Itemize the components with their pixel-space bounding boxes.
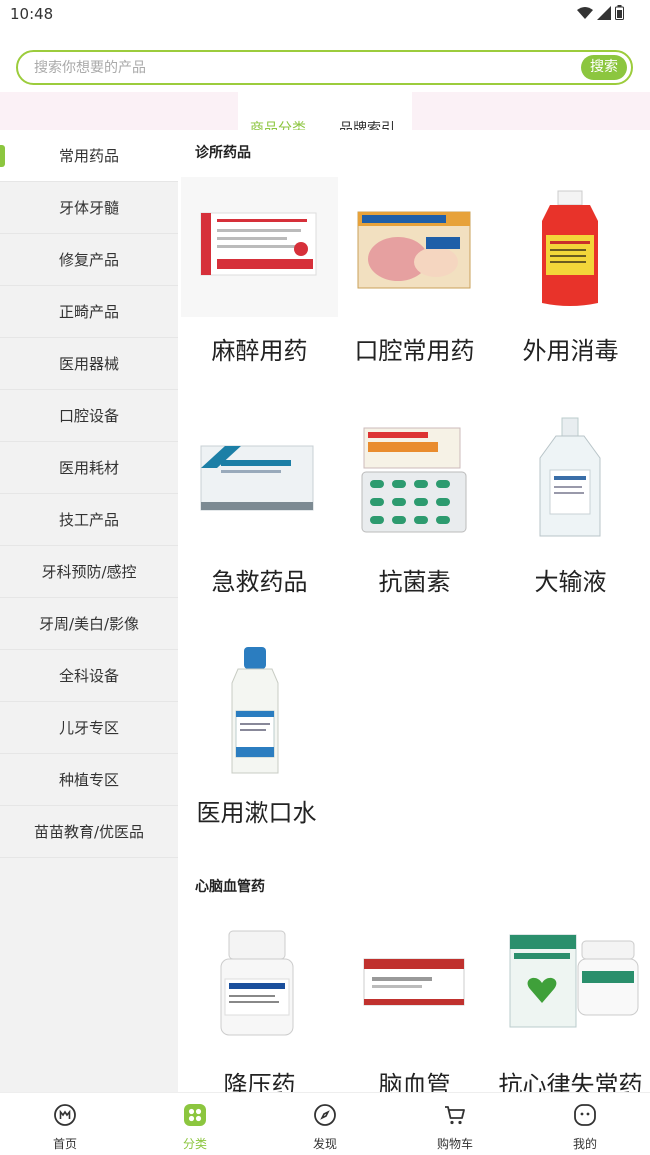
- tab-category-nav[interactable]: 分类: [155, 1103, 235, 1152]
- sidebar-item-label: 儿牙专区: [58, 719, 119, 737]
- section-title: 诊所药品: [195, 145, 251, 161]
- sidebar-active-indicator: [0, 145, 5, 167]
- product-category-panel: 诊所药品 麻醉用药 口腔常用药 外用消毒 急救药品 抗菌素 大输液 医用漱口水 …: [178, 130, 650, 1092]
- product-label: 抗菌素: [378, 568, 451, 596]
- product-label: 大输液: [534, 568, 607, 596]
- sidebar-item-instruments[interactable]: 医用器械: [0, 338, 178, 390]
- sidebar-item-consumables[interactable]: 医用耗材: [0, 442, 178, 494]
- home-icon: [54, 1104, 76, 1126]
- status-icons: [577, 5, 624, 20]
- product-label: 降压药: [223, 1071, 296, 1092]
- sidebar-item-pediatric[interactable]: 儿牙专区: [0, 702, 178, 754]
- sidebar-item-dental-equipment[interactable]: 口腔设备: [0, 390, 178, 442]
- tab-discover[interactable]: 发现: [285, 1103, 365, 1152]
- sidebar-item-label: 牙科预防/感控: [41, 563, 137, 581]
- section-title: 心脑血管药: [195, 879, 265, 895]
- wifi-icon: [577, 6, 593, 19]
- product-label: 抗心律失常药: [498, 1071, 643, 1092]
- pill-bottle-image: [220, 930, 294, 1036]
- tab-label: 分类: [182, 1137, 207, 1151]
- anesthetic-box-image: [181, 177, 338, 317]
- medicine-box-image: [363, 958, 465, 1006]
- search-bar: 搜索: [16, 50, 633, 85]
- discover-icon: [314, 1104, 336, 1126]
- sidebar-item-label: 口腔设备: [58, 407, 119, 425]
- status-bar: 10:48: [0, 0, 650, 28]
- heart-pills-image: [509, 934, 639, 1028]
- product-label: 医用漱口水: [196, 799, 317, 827]
- product-label: 口腔常用药: [354, 337, 475, 365]
- signal-icon: [597, 5, 611, 20]
- sidebar-item-lab-products[interactable]: 技工产品: [0, 494, 178, 546]
- sidebar-item-label: 种植专区: [58, 771, 119, 789]
- tab-label: 首页: [52, 1137, 77, 1151]
- product-label: 脑血管: [378, 1071, 451, 1092]
- sidebar-item-common-drugs[interactable]: 常用药品: [0, 130, 178, 182]
- tab-brand-index[interactable]: 品牌索引: [339, 118, 395, 130]
- category-sidebar: 常用药品 牙体牙髓 修复产品 正畸产品 医用器械 口腔设备 医用耗材 技工产品 …: [0, 130, 178, 1092]
- tab-home[interactable]: 首页: [25, 1103, 105, 1152]
- sidebar-item-periodontal[interactable]: 牙周/美白/影像: [0, 598, 178, 650]
- sidebar-item-prevention[interactable]: 牙科预防/感控: [0, 546, 178, 598]
- bottom-tab-bar: 首页 分类 发现 购物车 我的: [0, 1092, 650, 1155]
- infusion-bottle-image: [539, 417, 601, 537]
- top-tab-strip: 商品分类 品牌索引: [0, 92, 650, 130]
- battery-icon: [615, 5, 624, 20]
- banner-right: [412, 92, 650, 130]
- antibiotic-capsules-image: [361, 427, 467, 533]
- oral-medicine-box-image: [357, 211, 471, 289]
- product-label: 麻醉用药: [211, 337, 308, 365]
- tab-label: 发现: [312, 1137, 337, 1151]
- tab-label: 购物车: [436, 1137, 473, 1151]
- sidebar-item-general-equipment[interactable]: 全科设备: [0, 650, 178, 702]
- sidebar-item-label: 牙体牙髓: [58, 199, 119, 217]
- sidebar-item-label: 牙周/美白/影像: [38, 615, 140, 633]
- sidebar-item-label: 修复产品: [58, 251, 119, 269]
- sidebar-item-label: 医用耗材: [58, 459, 119, 477]
- search-button[interactable]: 搜索: [581, 55, 627, 80]
- sidebar-item-label: 正畸产品: [58, 303, 119, 321]
- banner-left: [0, 92, 238, 130]
- sidebar-item-restoration[interactable]: 修复产品: [0, 234, 178, 286]
- sidebar-item-label: 医用器械: [58, 355, 119, 373]
- category-icon: [184, 1104, 206, 1126]
- cart-icon: [445, 1106, 465, 1125]
- sidebar-item-orthodontics[interactable]: 正畸产品: [0, 286, 178, 338]
- sidebar-item-label: 常用药品: [58, 147, 119, 165]
- tab-category[interactable]: 商品分类: [250, 118, 306, 130]
- product-label: 急救药品: [211, 568, 308, 596]
- disinfectant-bottle-image: [542, 190, 598, 306]
- sidebar-item-education[interactable]: 苗苗教育/优医品: [0, 806, 178, 858]
- search-input[interactable]: [34, 58, 554, 78]
- sidebar-item-label: 全科设备: [58, 667, 119, 685]
- mouthwash-bottle-image: [231, 647, 279, 774]
- status-time: 10:48: [10, 5, 54, 23]
- sidebar-item-label: 苗苗教育/优医品: [33, 823, 145, 841]
- sidebar-item-implant[interactable]: 种植专区: [0, 754, 178, 806]
- emergency-box-image: [200, 445, 314, 511]
- tab-label: 我的: [572, 1137, 597, 1151]
- profile-icon: [574, 1104, 596, 1126]
- sidebar-item-label: 技工产品: [58, 511, 119, 529]
- tab-profile[interactable]: 我的: [545, 1103, 625, 1152]
- tab-cart[interactable]: 购物车: [415, 1103, 495, 1152]
- product-label: 外用消毒: [522, 337, 619, 365]
- sidebar-item-endodontics[interactable]: 牙体牙髓: [0, 182, 178, 234]
